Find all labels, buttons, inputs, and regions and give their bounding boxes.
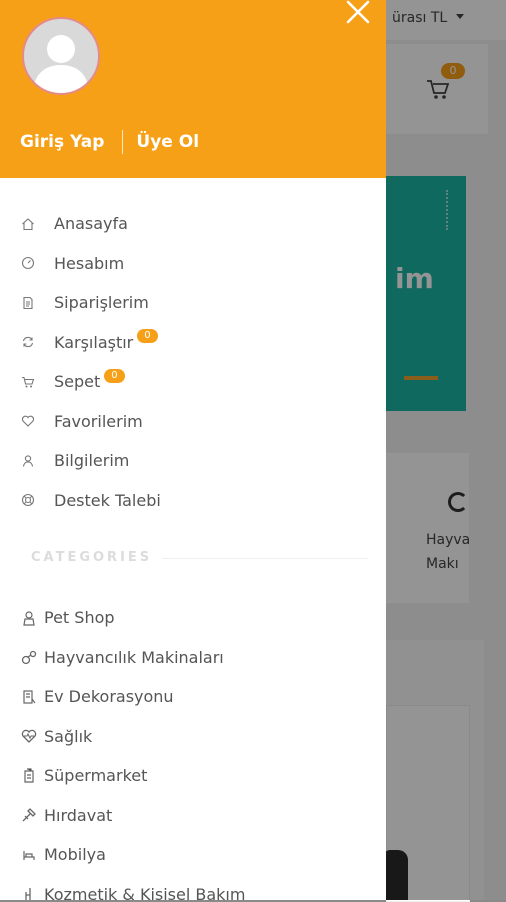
menu-item-account[interactable]: Hesabım bbox=[20, 244, 370, 284]
category-label: Ev Dekorasyonu bbox=[44, 687, 174, 707]
category-item-pet-shop[interactable]: Pet Shop bbox=[20, 598, 370, 638]
auth-separator bbox=[122, 130, 124, 154]
document-icon bbox=[20, 295, 36, 311]
support-icon bbox=[20, 492, 36, 508]
cart-count-badge: 0 bbox=[104, 368, 125, 383]
categories-heading: CATEGORIES bbox=[31, 550, 153, 565]
menu-label: Sepet bbox=[54, 372, 101, 392]
menu-item-compare[interactable]: Karşılaştır 0 bbox=[20, 323, 370, 363]
menu-item-support[interactable]: Destek Talebi bbox=[20, 481, 370, 521]
menu-label: Destek Talebi bbox=[54, 490, 161, 510]
category-label: Hırdavat bbox=[44, 805, 113, 825]
login-link[interactable]: Giriş Yap bbox=[20, 132, 104, 152]
menu-label: Favorilerim bbox=[54, 411, 143, 431]
refresh-icon bbox=[20, 334, 36, 350]
category-item-furniture[interactable]: Mobilya bbox=[20, 835, 370, 875]
drawer-header: Giriş Yap Üye Ol bbox=[0, 0, 386, 178]
avatar[interactable] bbox=[22, 17, 100, 95]
account-menu: Anasayfa Hesabım Siparişlerim Karşılaştı… bbox=[20, 204, 370, 520]
category-list: Pet Shop Hayvancılık Makinaları Ev Dekor… bbox=[20, 598, 370, 900]
category-label: Sağlık bbox=[44, 726, 93, 746]
close-icon[interactable] bbox=[344, 0, 372, 26]
cart-icon bbox=[20, 374, 36, 390]
category-item-health[interactable]: Sağlık bbox=[20, 717, 370, 757]
menu-item-profile[interactable]: Bilgilerim bbox=[20, 441, 370, 481]
hardware-icon bbox=[20, 806, 38, 824]
menu-label: Siparişlerim bbox=[54, 293, 149, 313]
supermarket-icon bbox=[20, 767, 38, 785]
menu-label: Hesabım bbox=[54, 253, 125, 273]
menu-label: Karşılaştır bbox=[54, 332, 134, 352]
dashboard-icon bbox=[20, 255, 36, 271]
category-label: Mobilya bbox=[44, 845, 106, 865]
category-item-supermarket[interactable]: Süpermarket bbox=[20, 756, 370, 796]
cosmetics-icon bbox=[20, 885, 38, 900]
category-item-home-decor[interactable]: Ev Dekorasyonu bbox=[20, 677, 370, 717]
home-icon bbox=[20, 216, 36, 232]
drawer-overlay[interactable] bbox=[386, 0, 506, 900]
menu-label: Anasayfa bbox=[54, 214, 128, 234]
furniture-icon bbox=[20, 846, 38, 864]
menu-label: Bilgilerim bbox=[54, 451, 130, 471]
register-link[interactable]: Üye Ol bbox=[136, 132, 199, 152]
category-item-hardware[interactable]: Hırdavat bbox=[20, 796, 370, 836]
category-label: Kozmetik & Kişisel Bakım bbox=[44, 884, 246, 900]
category-item-cosmetics[interactable]: Kozmetik & Kişisel Bakım bbox=[20, 875, 370, 900]
category-label: Hayvancılık Makinaları bbox=[44, 647, 224, 667]
health-icon bbox=[20, 727, 38, 745]
pet-icon bbox=[20, 609, 38, 627]
menu-item-orders[interactable]: Siparişlerim bbox=[20, 283, 370, 323]
category-label: Pet Shop bbox=[44, 608, 115, 628]
heart-icon bbox=[20, 413, 36, 429]
decor-icon bbox=[20, 688, 38, 706]
categories-divider bbox=[162, 558, 368, 559]
machinery-icon bbox=[20, 648, 38, 666]
category-item-machinery[interactable]: Hayvancılık Makinaları bbox=[20, 638, 370, 678]
compare-count-badge: 0 bbox=[137, 329, 158, 344]
menu-item-home[interactable]: Anasayfa bbox=[20, 204, 370, 244]
menu-item-favorites[interactable]: Favorilerim bbox=[20, 402, 370, 442]
side-drawer: Giriş Yap Üye Ol Anasayfa Hesabım Sipari… bbox=[0, 0, 386, 900]
auth-links: Giriş Yap Üye Ol bbox=[20, 130, 199, 154]
menu-item-cart[interactable]: Sepet 0 bbox=[20, 362, 370, 402]
category-label: Süpermarket bbox=[44, 766, 148, 786]
user-icon bbox=[20, 453, 36, 469]
